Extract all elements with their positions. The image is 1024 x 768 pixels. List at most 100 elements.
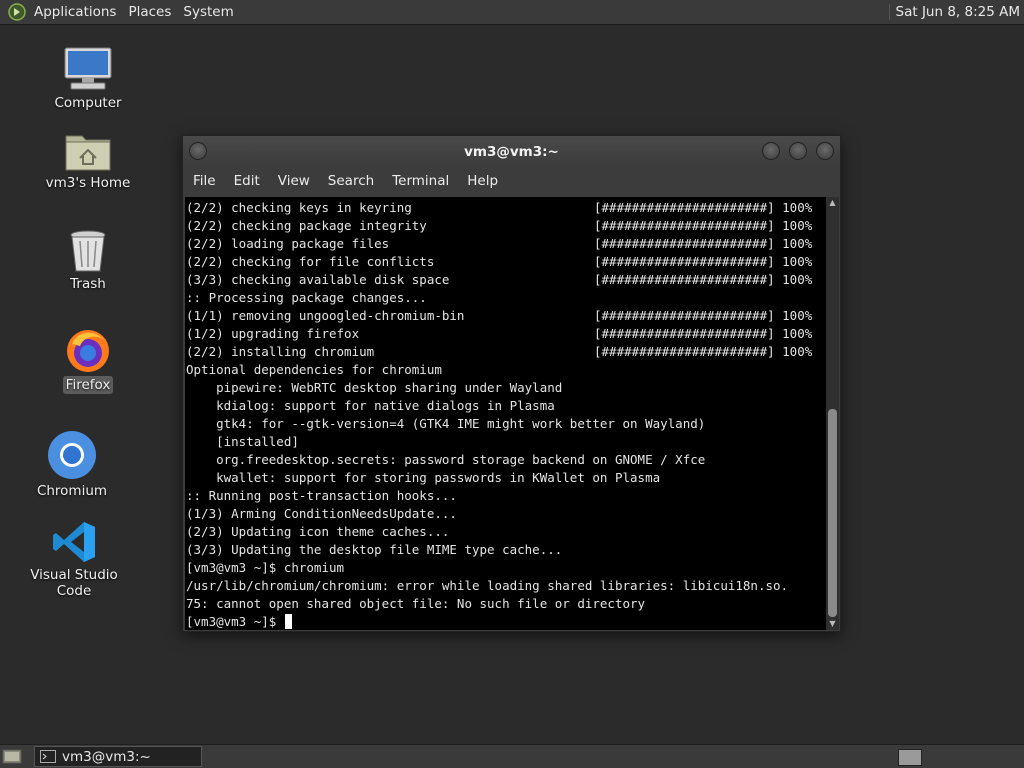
terminal-line-text: :: Running post-transaction hooks... (186, 488, 457, 503)
terminal-line-text: (1/2) upgrading firefox (186, 326, 360, 341)
terminal-line-text: (2/2) checking package integrity (186, 218, 427, 233)
progress-bar-text: [######################] 100% (594, 344, 813, 359)
desktop-icon-label: Trash (70, 276, 106, 292)
scroll-down-arrow-icon[interactable]: ▼ (826, 618, 839, 630)
desktop-icon-firefox[interactable]: Firefox (28, 326, 148, 394)
applications-menu[interactable]: Applications (34, 4, 116, 20)
progress-bar-text: [######################] 100% (594, 236, 813, 251)
terminal-line: (3/3) checking available disk space [####… (186, 271, 826, 289)
terminal-line: (1/2) upgrading firefox [################… (186, 325, 826, 343)
maximize-button[interactable] (789, 142, 807, 160)
desktop-icon-label: Firefox (62, 376, 114, 394)
text-cursor (284, 614, 292, 629)
terminal-line: kdialog: support for native dialogs in P… (186, 397, 826, 415)
terminal-line: Optional dependencies for chromium (186, 361, 826, 379)
terminal-line: :: Running post-transaction hooks... (186, 487, 826, 505)
window-titlebar[interactable]: vm3@vm3:~ (183, 136, 840, 168)
system-menu[interactable]: System (183, 4, 233, 20)
computer-icon (64, 47, 112, 90)
terminal-line-text: gtk4: for --gtk-version=4 (GTK4 IME migh… (186, 416, 706, 431)
terminal-line: [vm3@vm3 ~]$ chromium (186, 559, 826, 577)
desktop-icon-label: vm3's Home (45, 175, 131, 191)
progress-bar-text: [######################] 100% (594, 254, 813, 269)
terminal-line-text: [installed] (186, 434, 299, 449)
progress-bar-text: [######################] 100% (594, 326, 813, 341)
menu-help[interactable]: Help (467, 173, 498, 189)
terminal-line: (1/1) removing ungoogled-chromium-bin [##… (186, 307, 826, 325)
terminal-line: (2/3) Updating icon theme caches... (186, 523, 826, 541)
terminal-menubar: File Edit View Search Terminal Help (183, 168, 840, 194)
trash-icon (70, 230, 106, 272)
terminal-line-text: (2/2) checking for file conflicts (186, 254, 435, 269)
terminal-line-text: (1/3) Arming ConditionNeedsUpdate... (186, 506, 457, 521)
terminal-line: kwallet: support for storing passwords i… (186, 469, 826, 487)
desktop-icon-chromium[interactable]: Chromium (12, 430, 132, 500)
terminal-line-text: (2/2) loading package files (186, 236, 390, 251)
menu-terminal[interactable]: Terminal (392, 173, 449, 189)
terminal-line: [installed] (186, 433, 826, 451)
home-folder-icon (65, 135, 111, 171)
terminal-line: org.freedesktop.secrets: password storag… (186, 451, 826, 469)
desktop-icon-label: Visual Studio Code (30, 567, 118, 599)
terminal-line: (3/3) Updating the desktop file MIME typ… (186, 541, 826, 559)
terminal-line-text: Optional dependencies for chromium (186, 362, 442, 377)
terminal-line: (2/2) checking for file conflicts [######… (186, 253, 826, 271)
terminal-line-text: (2/2) checking keys in keyring (186, 200, 412, 215)
progress-bar-text: [######################] 100% (594, 200, 813, 215)
terminal-window[interactable]: vm3@vm3:~ File Edit View Search Terminal… (182, 135, 841, 632)
menu-file[interactable]: File (193, 173, 216, 189)
workspace-switcher[interactable] (898, 749, 922, 766)
progress-bar-text: [######################] 100% (594, 272, 813, 287)
terminal-line: (2/2) checking keys in keyring [#########… (186, 199, 826, 217)
firefox-icon (67, 330, 109, 372)
desktop-icon-computer[interactable]: Computer (28, 46, 148, 112)
progress-bar-text: [######################] 100% (594, 308, 813, 323)
terminal-prompt: [vm3@vm3 ~]$ (186, 614, 284, 629)
terminal-output[interactable]: (2/2) checking keys in keyring [#########… (185, 197, 826, 630)
taskbar-item-terminal[interactable]: vm3@vm3:~ (34, 746, 202, 767)
progress-bar-text: [######################] 100% (594, 218, 813, 233)
taskbar-item-label: vm3@vm3:~ (62, 748, 151, 765)
terminal-line-text: kwallet: support for storing passwords i… (186, 470, 661, 485)
scroll-up-arrow-icon[interactable]: ▲ (826, 197, 839, 209)
menu-search[interactable]: Search (328, 173, 374, 189)
minimize-button[interactable] (762, 142, 780, 160)
terminal-line: :: Processing package changes... (186, 289, 826, 307)
top-panel: Applications Places System Sat Jun 8, 8:… (0, 0, 1024, 25)
terminal-line-text: [vm3@vm3 ~]$ chromium (186, 560, 345, 575)
chromium-icon (48, 431, 96, 479)
window-title: vm3@vm3:~ (464, 144, 559, 160)
terminal-line: 75: cannot open shared object file: No s… (186, 595, 826, 613)
close-button[interactable] (816, 142, 834, 160)
scrollbar-thumb[interactable] (828, 409, 837, 617)
terminal-prompt-line[interactable]: [vm3@vm3 ~]$ (186, 613, 826, 630)
show-desktop-icon[interactable] (2, 748, 22, 765)
terminal-line: /usr/lib/chromium/chromium: error while … (186, 577, 826, 595)
vscode-icon (53, 522, 95, 562)
terminal-scrollbar[interactable]: ▲ ▼ (826, 197, 839, 630)
clock[interactable]: Sat Jun 8, 8:25 AM (888, 4, 1020, 20)
terminal-line: (2/2) installing chromium [##############… (186, 343, 826, 361)
terminal-line-text: pipewire: WebRTC desktop sharing under W… (186, 380, 563, 395)
mate-logo-icon[interactable] (8, 3, 26, 21)
terminal-line-text: (3/3) Updating the desktop file MIME typ… (186, 542, 563, 557)
menu-edit[interactable]: Edit (234, 173, 260, 189)
terminal-icon (40, 750, 56, 763)
menu-view[interactable]: View (278, 173, 310, 189)
desktop-icon-home[interactable]: vm3's Home (28, 128, 148, 192)
desktop-icon-vscode[interactable]: Visual Studio Code (14, 520, 134, 600)
terminal-line-text: (3/3) checking available disk space (186, 272, 450, 287)
terminal-line: gtk4: for --gtk-version=4 (GTK4 IME migh… (186, 415, 826, 433)
places-menu[interactable]: Places (128, 4, 171, 20)
terminal-line: pipewire: WebRTC desktop sharing under W… (186, 379, 826, 397)
terminal-lines: (2/2) checking keys in keyring [#########… (185, 197, 826, 630)
terminal-line-text: (2/2) installing chromium (186, 344, 375, 359)
terminal-line-text: /usr/lib/chromium/chromium: error while … (186, 578, 789, 593)
bottom-panel: vm3@vm3:~ (0, 744, 1024, 768)
terminal-line: (2/2) loading package files [############… (186, 235, 826, 253)
desktop-icon-label: Chromium (36, 483, 108, 499)
terminal-line-text: 75: cannot open shared object file: No s… (186, 596, 646, 611)
terminal-line-text: org.freedesktop.secrets: password storag… (186, 452, 706, 467)
desktop-icon-trash[interactable]: Trash (28, 229, 148, 293)
terminal-line: (2/2) checking package integrity [#######… (186, 217, 826, 235)
